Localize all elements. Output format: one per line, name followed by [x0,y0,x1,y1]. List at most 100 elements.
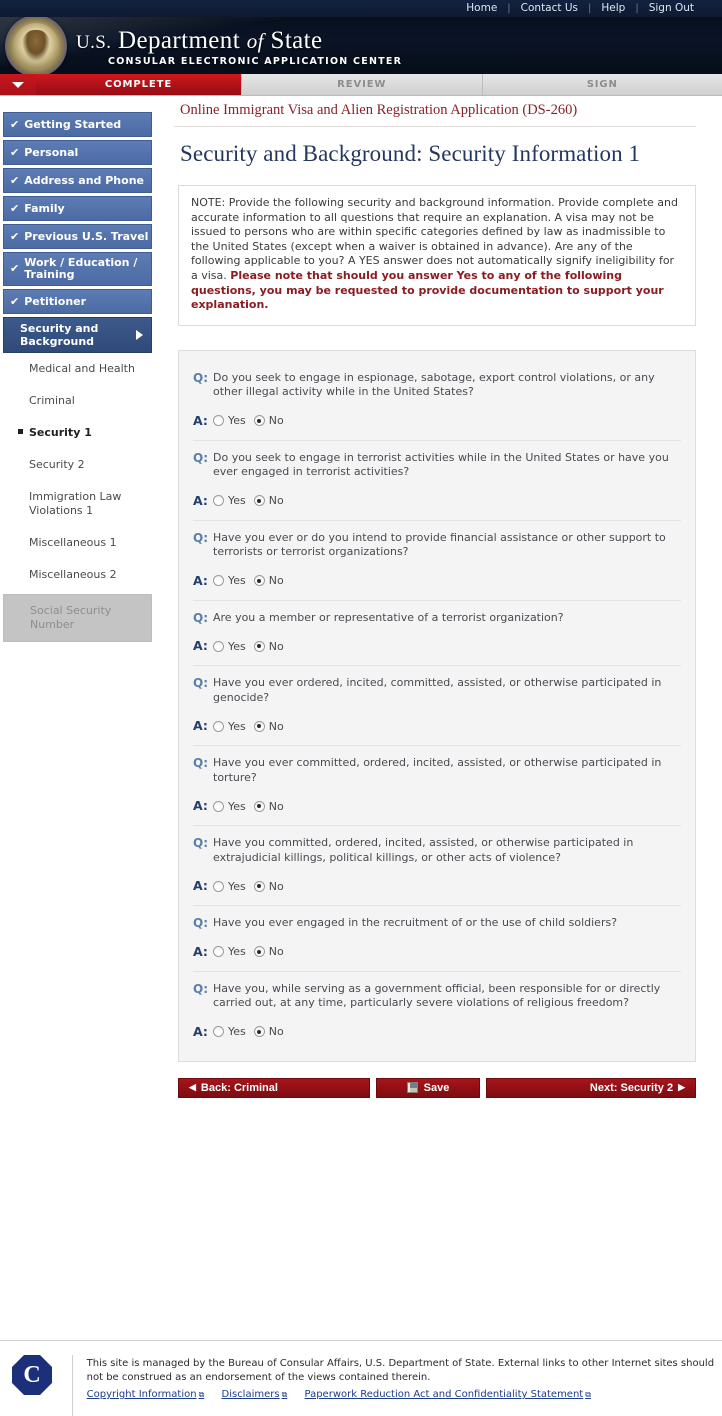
radio-yes-label: Yes [228,639,246,653]
question-item: Q: Have you ever or do you intend to pro… [193,521,681,601]
radio-no[interactable]: No [253,719,284,733]
sidebar-item-work-education-training[interactable]: ✔ Work / Education / Training [3,252,152,286]
footer-link-disclaimers[interactable]: Disclaimers ⧉ [222,1389,288,1400]
sidebar-item-petitioner[interactable]: ✔ Petitioner [3,289,152,314]
answer-label: A: [193,718,208,734]
radio-yes[interactable]: Yes [213,494,246,507]
radio-no[interactable]: No [253,945,284,959]
page-title: Security and Background: Security Inform… [180,141,641,166]
footer-link-paperwork-reduction-act[interactable]: Paperwork Reduction Act and Confidential… [305,1389,591,1400]
sidebar-nav: ✔ Getting Started ✔ Personal ✔ Address a… [0,96,166,642]
next-button[interactable]: Next: Security 2 ▶ [486,1077,696,1098]
radio-no[interactable]: No [253,880,284,893]
radio-yes-label: Yes [228,1025,246,1039]
footer-divider [72,1355,73,1416]
question-label: Q: [193,981,208,996]
sidebar-item-immigration-law-violations-1[interactable]: Immigration Law Violations 1 [3,481,152,527]
radio-circle-icon [213,800,224,812]
consular-affairs-seal-icon [12,1355,56,1399]
banner-title-prefix: U.S. [76,32,112,53]
sidebar-item-miscellaneous-1[interactable]: Miscellaneous 1 [3,527,152,559]
question-text: Have you ever ordered, incited, committe… [213,676,662,704]
radio-circle-icon [213,495,224,507]
tab-expand-arrow[interactable] [0,74,36,95]
answer-label: A: [193,572,208,588]
radio-yes[interactable]: Yes [213,640,246,653]
check-icon: ✔ [10,229,20,243]
radio-circle-icon [213,640,224,652]
check-icon: ✔ [10,262,20,275]
sidebar-item-address-and-phone[interactable]: ✔ Address and Phone [3,168,152,193]
radio-yes[interactable]: Yes [213,1025,246,1038]
tab-sign[interactable]: SIGN [481,74,722,95]
radio-yes[interactable]: Yes [213,720,246,733]
footer-link-copyright-information[interactable]: Copyright Information ⧉ [87,1389,205,1400]
sidebar-item-miscellaneous-2[interactable]: Miscellaneous 2 [3,559,152,591]
note-emphasis: Please note that should you answer Yes t… [191,268,664,312]
tab-review[interactable]: REVIEW [241,74,482,95]
sidebar-item-label: Personal [24,145,79,159]
question-text: Have you ever or do you intend to provid… [213,530,666,559]
check-icon: ✔ [10,145,20,159]
radio-yes-label: Yes [228,574,246,588]
sidebar-item-criminal[interactable]: Criminal [3,385,152,417]
radio-circle-selected-icon [253,640,265,652]
form-actions: ◀ Back: Criminal Save Next: Security 2 ▶ [178,1077,696,1098]
radio-yes[interactable]: Yes [213,800,246,813]
banner-subtitle: CONSULAR ELECTRONIC APPLICATION CENTER [108,56,403,67]
question-label: Q: [193,836,208,851]
sidebar-item-label: Family [24,201,65,215]
answer-label: A: [193,798,208,814]
radio-no[interactable]: No [253,1025,284,1038]
radio-yes[interactable]: Yes [213,945,246,958]
sidebar-item-security-and-background[interactable]: Security and Background [3,317,152,353]
question-label: Q: [193,916,208,931]
question-text: Have you committed, ordered, incited, as… [213,836,634,864]
sidebar-item-security-1[interactable]: Security 1 [3,417,152,449]
radio-circle-selected-icon [253,720,265,732]
sidebar-item-family[interactable]: ✔ Family [3,196,152,221]
progress-tabs: COMPLETE REVIEW SIGN [0,74,722,96]
radio-no[interactable]: No [253,414,284,427]
question-item: Q: Have you committed, ordered, incited,… [193,826,681,907]
question-item: Q: Do you seek to engage in espionage, s… [193,361,681,441]
tab-complete[interactable]: COMPLETE [36,74,241,95]
sidebar-item-personal[interactable]: ✔ Personal [3,140,152,165]
radio-no[interactable]: No [253,494,284,507]
utility-link-home[interactable]: Home [456,0,507,17]
banner-title: U.S. Department of State [76,27,323,55]
radio-no-label: No [268,639,284,653]
radio-yes[interactable]: Yes [213,880,246,893]
question-item: Q: Have you ever engaged in the recruitm… [193,906,681,972]
sidebar-item-label: Miscellaneous 2 [29,568,117,581]
utility-link-help[interactable]: Help [591,0,635,17]
radio-no[interactable]: No [253,800,284,813]
radio-no-label: No [268,719,284,733]
sidebar-item-label: Work / Education / Training [24,256,138,281]
sidebar-item-medical-and-health[interactable]: Medical and Health [3,353,152,385]
sidebar-item-previous-us-travel[interactable]: ✔ Previous U.S. Travel [3,224,152,249]
save-button[interactable]: Save [376,1077,480,1098]
radio-no[interactable]: No [253,574,284,587]
utility-nav-bar: Home | Contact Us | Help | Sign Out [0,0,722,17]
question-label: Q: [193,370,208,385]
sidebar-item-getting-started[interactable]: ✔ Getting Started [3,112,152,137]
radio-yes[interactable]: Yes [213,574,246,587]
radio-circle-selected-icon [253,880,265,892]
sidebar-item-security-2[interactable]: Security 2 [3,449,152,481]
radio-no-label: No [268,945,284,959]
back-button[interactable]: ◀ Back: Criminal [178,1077,370,1098]
utility-link-sign-out[interactable]: Sign Out [639,0,704,17]
radio-no[interactable]: No [253,639,284,653]
sidebar-item-label: Immigration Law Violations 1 [29,490,122,517]
utility-link-contact-us[interactable]: Contact Us [511,0,588,17]
radio-circle-icon [213,415,224,427]
sidebar-item-label: Address and Phone [24,173,144,187]
radio-yes[interactable]: Yes [213,414,246,427]
questions-panel: Q: Do you seek to engage in espionage, s… [178,349,696,1062]
question-text: Have you, while serving as a government … [213,981,661,1010]
radio-circle-selected-icon [253,415,265,427]
answer-label: A: [193,412,208,428]
caret-left-icon: ◀ [189,1082,196,1093]
radio-circle-selected-icon [253,946,265,958]
